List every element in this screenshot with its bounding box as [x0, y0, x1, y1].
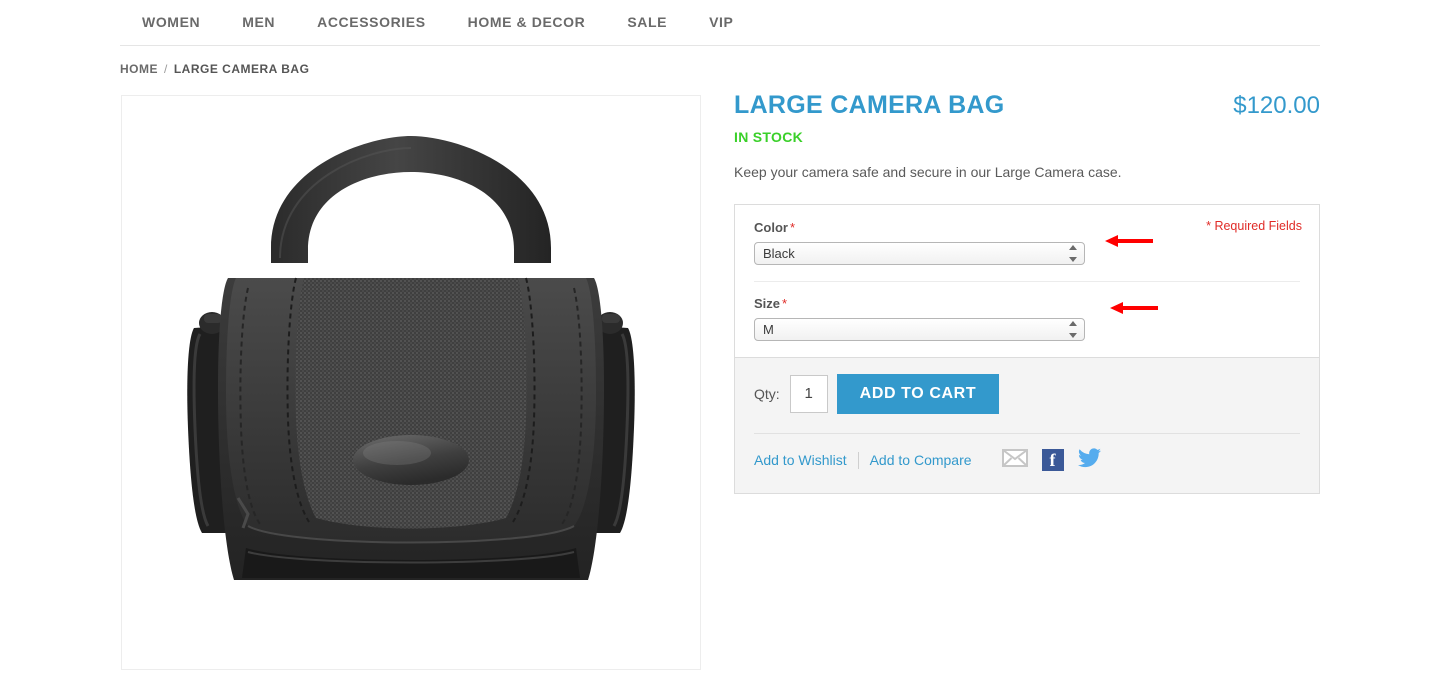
page-title: LARGE CAMERA BAG — [734, 91, 1005, 119]
secondary-actions-row: Add to Wishlist Add to Compare f — [754, 447, 1300, 473]
nav-item-home-decor[interactable]: HOME & DECOR — [468, 14, 586, 32]
breadcrumb-current: LARGE CAMERA BAG — [173, 62, 310, 76]
nav-link-vip[interactable]: VIP — [709, 14, 733, 30]
status-badge-stock: IN STOCK — [734, 129, 804, 145]
breadcrumb-home-link[interactable]: HOME — [120, 62, 158, 76]
color-select[interactable]: Black — [754, 241, 1085, 265]
add-to-compare-link[interactable]: Add to Compare — [870, 452, 972, 468]
nav-link-men[interactable]: MEN — [242, 14, 275, 30]
required-fields-note: * Required Fields — [1206, 218, 1302, 233]
facebook-f-glyph: f — [1049, 450, 1056, 471]
size-label-text: Size — [754, 295, 781, 311]
nav-item-sale[interactable]: SALE — [627, 14, 667, 32]
add-to-wishlist-link[interactable]: Add to Wishlist — [754, 452, 847, 468]
color-select-wrapper: Black — [754, 241, 1085, 265]
add-to-cart-panel: Qty: ADD TO CART Add to Wishlist Add to … — [734, 357, 1320, 494]
color-required-star: * — [789, 219, 796, 235]
product-image-frame[interactable] — [121, 95, 701, 670]
size-select-wrapper: M — [754, 317, 1085, 341]
quantity-input[interactable] — [789, 374, 828, 413]
product-description: Keep your camera safe and secure in our … — [734, 164, 1122, 180]
size-field-label: Size * — [754, 296, 1300, 311]
nav-link-accessories[interactable]: ACCESSORIES — [317, 14, 426, 30]
breadcrumb: HOME / LARGE CAMERA BAG — [120, 62, 309, 76]
nav-item-men[interactable]: MEN — [242, 14, 275, 32]
product-image-camera-bag — [187, 135, 635, 580]
product-options-panel: * Required Fields Color * Black Size * M — [734, 203, 1320, 358]
links-divider — [754, 432, 1300, 434]
nav-link-sale[interactable]: SALE — [627, 14, 667, 30]
add-to-cart-button[interactable]: ADD TO CART — [836, 373, 1000, 414]
product-price: $120.00 — [1233, 92, 1320, 119]
nav-link-home-decor[interactable]: HOME & DECOR — [468, 14, 586, 30]
nav-item-accessories[interactable]: ACCESSORIES — [317, 14, 426, 32]
cart-row: Qty: ADD TO CART — [754, 373, 1300, 414]
nav-list: WOMEN MEN ACCESSORIES HOME & DECOR SALE … — [120, 0, 1320, 45]
facebook-share-icon[interactable]: f — [1041, 449, 1064, 472]
breadcrumb-separator: / — [164, 62, 168, 76]
share-icons: f — [1001, 447, 1116, 473]
title-row: LARGE CAMERA BAG $120.00 — [734, 91, 1320, 120]
color-label-text: Color — [754, 219, 788, 235]
size-required-star: * — [782, 295, 788, 311]
main-navigation: WOMEN MEN ACCESSORIES HOME & DECOR SALE … — [120, 0, 1320, 46]
options-divider — [754, 280, 1300, 282]
qty-label: Qty: — [754, 385, 780, 402]
twitter-share-icon[interactable] — [1077, 447, 1102, 473]
nav-link-women[interactable]: WOMEN — [142, 14, 200, 30]
product-page: WOMEN MEN ACCESSORIES HOME & DECOR SALE … — [0, 0, 1440, 679]
link-separator — [857, 451, 859, 469]
product-detail: LARGE CAMERA BAG $120.00 IN STOCK Keep y… — [734, 91, 1320, 494]
nav-item-women[interactable]: WOMEN — [142, 14, 200, 32]
nav-item-vip[interactable]: VIP — [709, 14, 733, 32]
size-select[interactable]: M — [754, 317, 1085, 341]
email-share-icon[interactable] — [1001, 448, 1028, 472]
